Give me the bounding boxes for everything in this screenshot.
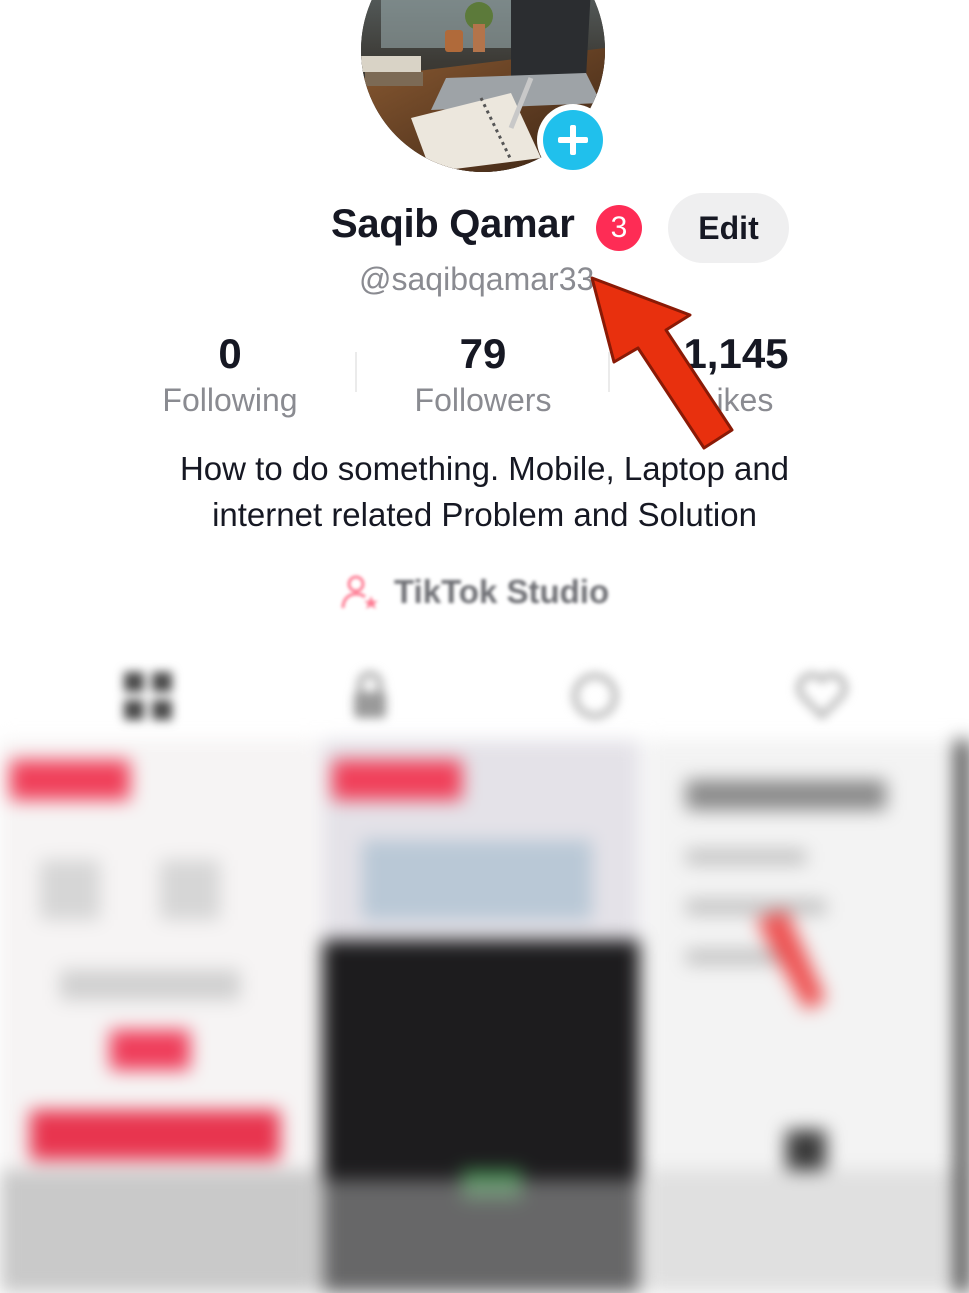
following-count: 0	[218, 330, 242, 377]
video-thumbnail[interactable]	[322, 740, 640, 1293]
video-thumbnail[interactable]	[0, 740, 318, 1293]
video-thumbnail[interactable]	[646, 740, 969, 1293]
videos-grid-icon[interactable]	[118, 666, 178, 726]
tiktok-studio-label: TikTok Studio	[394, 573, 610, 610]
display-name: Saqib Qamar	[331, 202, 575, 246]
edit-profile-button[interactable]: Edit	[668, 193, 789, 263]
video-grid	[0, 740, 969, 1293]
notification-badge[interactable]: 3	[596, 205, 642, 251]
following-label: Following	[162, 382, 298, 418]
stat-followers[interactable]: 79 Followers	[373, 328, 593, 420]
lock-icon[interactable]	[340, 666, 400, 726]
stat-divider	[355, 352, 357, 392]
username: @saqibqamar33	[359, 261, 595, 297]
tiktok-studio-link[interactable]: TikTok Studio	[340, 566, 609, 618]
repost-icon[interactable]	[565, 666, 625, 726]
profile-screen: Saqib Qamar 3 Edit @saqibqamar33 0 Follo…	[0, 0, 969, 1293]
followers-count: 79	[459, 330, 507, 377]
heart-icon[interactable]	[792, 666, 852, 726]
annotation-arrow-icon	[590, 276, 734, 450]
bio-line-2: internet related Problem and Solution	[212, 496, 757, 533]
stat-following[interactable]: 0 Following	[120, 328, 340, 420]
person-star-icon	[341, 575, 378, 609]
content-tabs	[0, 650, 969, 740]
add-avatar-button[interactable]	[537, 104, 609, 176]
plus-icon	[543, 110, 603, 170]
followers-label: Followers	[414, 382, 552, 418]
